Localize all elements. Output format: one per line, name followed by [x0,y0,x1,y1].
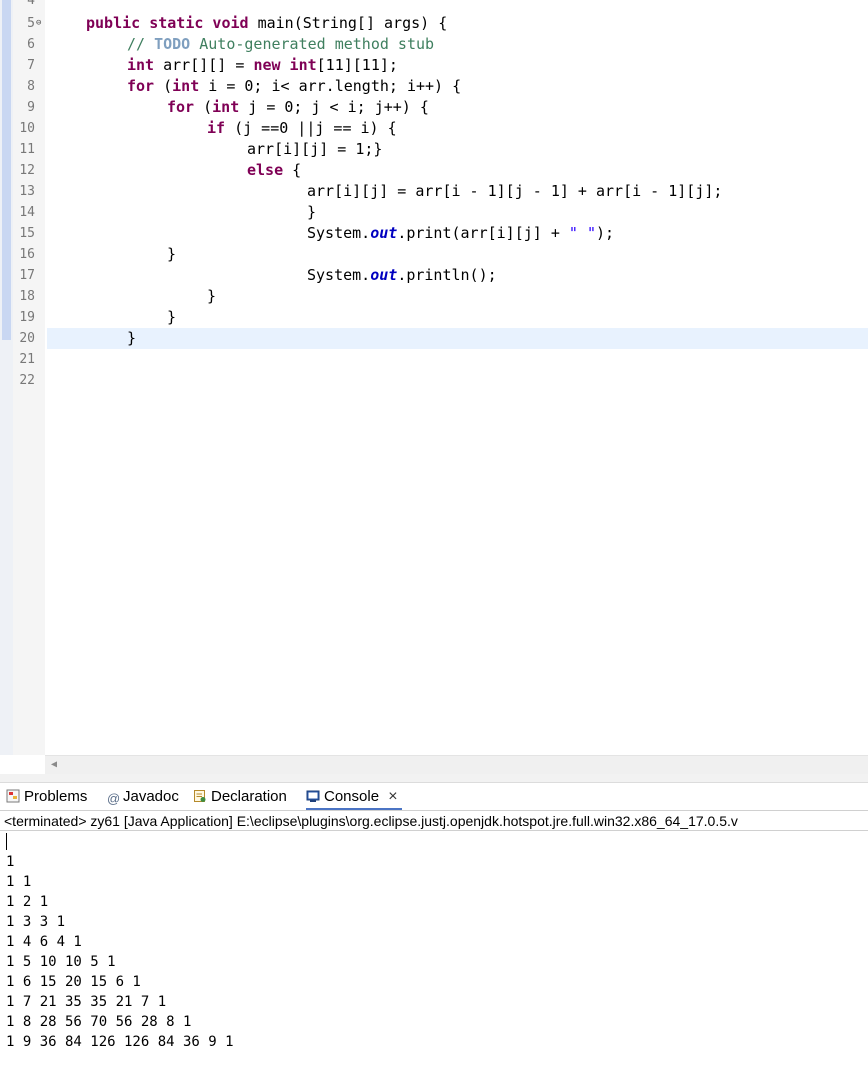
line-number: 12 [19,163,35,178]
tab-javadoc[interactable]: @ Javadoc [107,783,179,810]
tab-console[interactable]: Console × [306,783,402,810]
code-line-5: public static void main(String[] args) { [86,14,448,32]
line-number: 18 [19,289,35,304]
line-number: 6 [27,37,35,52]
code-line-19: } [167,308,177,326]
at-icon: @ [107,791,121,806]
collapse-icon[interactable]: ⊖ [36,13,41,34]
line-number: 10 [19,121,35,136]
scroll-left-icon[interactable]: ◀ [51,759,57,770]
bottom-panel-tabs: Problems @ Javadoc Declaration Console × [0,783,868,810]
line-number: 7 [27,58,35,73]
line-number: 8 [27,79,35,94]
line-number: 17 [19,268,35,283]
line-number: 13 [19,184,35,199]
line-number: 20 [19,331,35,346]
console-output-line: 1 9 36 84 126 126 84 36 9 1 [6,1034,234,1050]
tab-problems[interactable]: Problems [6,783,87,810]
code-line-15: System.out.print(arr[i][j] + " "); [307,224,615,242]
console-output-line: 1 6 15 20 15 6 1 [6,974,141,990]
console-output-line: 1 8 28 56 70 56 28 8 1 [6,1014,192,1030]
code-line-9: for (int j = 0; j < i; j++) { [167,98,429,116]
line-number: 14 [19,205,35,220]
console-icon [306,785,320,802]
console-output-line: 1 7 21 35 35 21 7 1 [6,994,167,1010]
code-line-11: arr[i][j] = 1;} [247,140,383,158]
console-output-line: 1 1 [6,874,32,890]
code-line-7: int arr[][] = new int[11][11]; [127,56,398,74]
tab-declaration[interactable]: Declaration [193,783,287,810]
line-number: 15 [19,226,35,241]
overview-ruler [0,0,13,755]
console-output-line: 1 3 3 1 [6,914,66,930]
line-number: 5 [27,16,35,31]
code-line-18: } [207,287,217,305]
line-number: 21 [19,352,35,367]
problems-icon [6,785,20,803]
horizontal-scrollbar[interactable]: ◀ [45,755,868,774]
code-line-20: } [127,329,137,347]
line-number: 22 [19,373,35,388]
close-icon[interactable]: × [388,788,397,805]
console-output-line: 1 4 6 4 1 [6,934,82,950]
line-number: 11 [19,142,35,157]
code-line-14: } [307,203,317,221]
code-editor[interactable]: 4 5 ⊖ 6 7 8 9 10 11 12 13 14 15 16 17 18… [0,0,868,755]
code-line-12: else { [247,161,302,179]
line-number: 4 [27,0,35,8]
line-number: 19 [19,310,35,325]
line-number: 9 [27,100,35,115]
declaration-icon [193,785,207,802]
code-line-17: System.out.println(); [307,266,497,284]
console-output-line: 1 5 10 10 5 1 [6,954,116,970]
panel-divider[interactable] [0,774,868,783]
code-line-6: // TODO Auto-generated method stub [127,35,435,53]
current-line-highlight [47,328,868,349]
code-line-8: for (int i = 0; i< arr.length; i++) { [127,77,462,95]
line-number: 16 [19,247,35,262]
console-output-line: 1 [6,854,15,870]
code-line-13: arr[i][j] = arr[i - 1][j - 1] + arr[i - … [307,182,723,200]
console-status-line: <terminated> zy61 [Java Application] E:\… [0,810,868,831]
code-line-16: } [167,245,177,263]
text-caret [6,833,7,850]
console-output-line: 1 2 1 [6,894,49,910]
code-line-10: if (j ==0 ||j == i) { [207,119,397,137]
